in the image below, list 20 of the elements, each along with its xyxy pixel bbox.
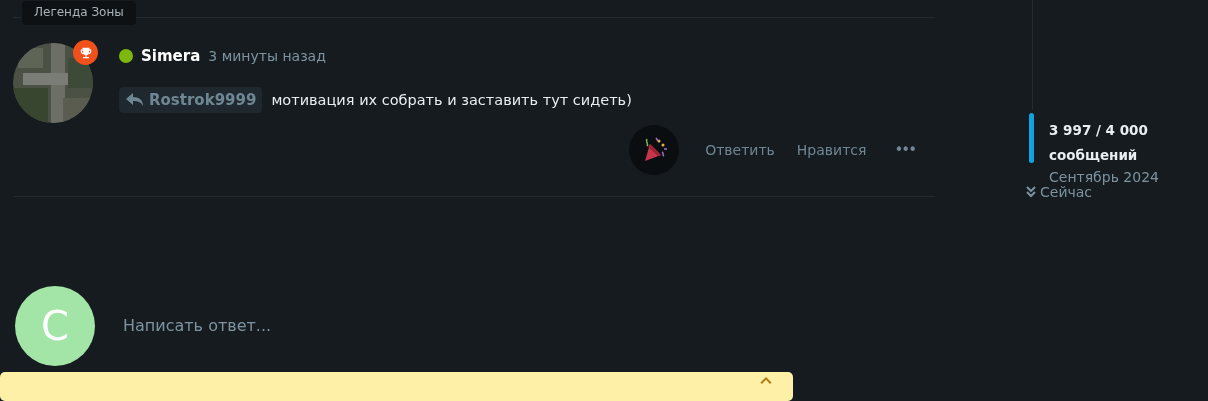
reaction-button[interactable] bbox=[629, 125, 680, 175]
chevron-icon bbox=[759, 376, 773, 384]
post-count-label: сообщений bbox=[1049, 146, 1139, 165]
author-name[interactable]: Simera bbox=[141, 47, 201, 65]
post-time: 3 минуты назад bbox=[208, 48, 326, 64]
reply-field[interactable]: Написать ответ... bbox=[121, 315, 625, 337]
reply-to-link[interactable]: Rostrok9999 bbox=[119, 87, 263, 113]
more-button[interactable]: ••• bbox=[880, 135, 923, 165]
timeline-date: Сентябрь 2024 bbox=[1049, 168, 1159, 186]
action-link[interactable]: Нравится bbox=[788, 136, 875, 164]
action-link[interactable]: Ответить bbox=[697, 136, 783, 164]
trophy-icon bbox=[73, 40, 98, 65]
double-chevron-icon bbox=[1026, 186, 1036, 198]
jump-to-now-link[interactable]: Сейчас bbox=[1026, 184, 1159, 200]
post-text: мотивация их собрать и заставить тут сидеть) bbox=[271, 92, 632, 108]
reply-arrow-icon bbox=[125, 92, 145, 108]
timeline-handle[interactable] bbox=[1029, 113, 1034, 163]
user-avatar: C bbox=[15, 286, 95, 366]
tooltip: Легенда Зоны bbox=[22, 1, 136, 25]
post-count: 3 997 / 4 000 bbox=[1049, 121, 1149, 140]
